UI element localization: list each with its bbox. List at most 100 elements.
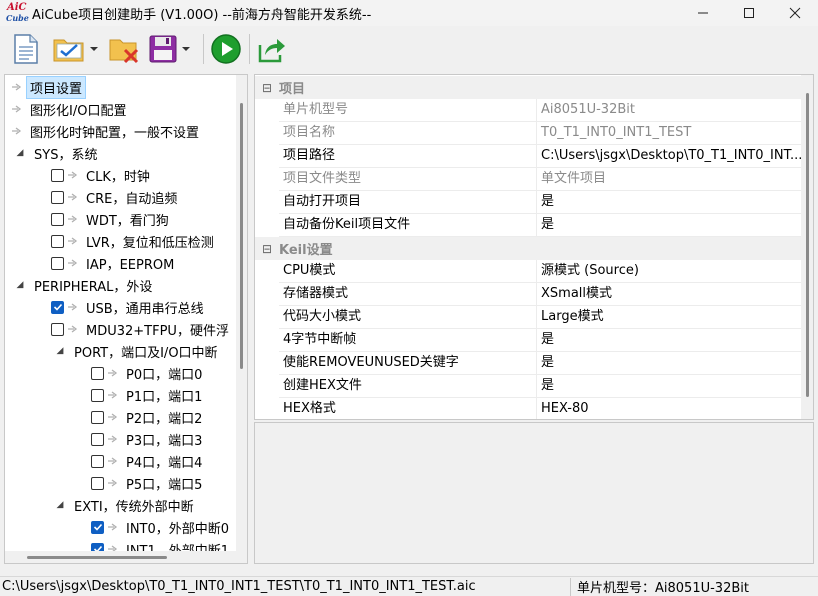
arrow-right-icon (107, 413, 119, 421)
checkbox[interactable] (51, 212, 64, 226)
export-icon (258, 39, 285, 63)
checkbox[interactable] (51, 322, 64, 336)
checkbox[interactable] (91, 410, 104, 424)
prop-row[interactable]: 4字节中断帧 是 (279, 329, 801, 352)
checkbox[interactable] (51, 234, 64, 248)
arrow-right-icon (67, 215, 79, 223)
chevron-down-icon[interactable] (90, 47, 98, 51)
arrow-right-icon (107, 369, 119, 377)
tree-item-usb[interactable]: USB，通用串行总线 (5, 296, 245, 318)
expand-toggle-icon[interactable]: ◢ (15, 274, 25, 296)
description-pane (254, 422, 814, 564)
tree-item-int0[interactable]: INT0，外部中断0 (5, 516, 245, 538)
toolbar (0, 26, 818, 72)
arrow-right-icon (67, 325, 79, 333)
prop-row[interactable]: 自动打开项目 是 (279, 191, 801, 214)
arrow-right-icon (67, 259, 79, 267)
prop-row[interactable]: CPU模式 源模式 (Source) (279, 260, 801, 283)
arrow-right-icon (107, 391, 119, 399)
prop-row[interactable]: 创建HEX文件 是 (279, 375, 801, 398)
prop-row[interactable]: 自动备份Keil项目文件 是 (279, 214, 801, 237)
checkbox[interactable] (91, 432, 104, 446)
arrow-right-icon (107, 435, 119, 443)
arrow-right-icon (11, 105, 23, 113)
tree-item-io-config[interactable]: 图形化I/O口配置 (5, 98, 245, 120)
category-project[interactable]: ⊟ 项目 (255, 76, 801, 99)
tree-item-p4[interactable]: P4口，端口4 (5, 450, 245, 472)
arrow-right-icon (107, 479, 119, 487)
arrow-right-icon (67, 237, 79, 245)
checkbox[interactable] (51, 168, 64, 182)
save-project-button[interactable] (148, 32, 190, 66)
scrollbar-thumb[interactable] (27, 556, 167, 559)
run-icon (211, 34, 241, 64)
tree-item-port[interactable]: ◢ PORT，端口及I/O口中断 (5, 340, 245, 362)
tree-item-wdt[interactable]: WDT，看门狗 (5, 208, 245, 230)
tree-item-cre[interactable]: CRE，自动追频 (5, 186, 245, 208)
chevron-down-icon[interactable] (182, 47, 190, 51)
arrow-right-icon (11, 83, 23, 91)
scrollbar-thumb[interactable] (806, 93, 809, 397)
arrow-right-icon (107, 457, 119, 465)
tree-item-p5[interactable]: P5口，端口5 (5, 472, 245, 494)
tree-item-p1[interactable]: P1口，端口1 (5, 384, 245, 406)
new-document-icon (14, 34, 38, 64)
prop-row[interactable]: HEX格式 HEX-80 (279, 398, 801, 419)
tree-item-lvr[interactable]: LVR，复位和低压检测 (5, 230, 245, 252)
scrollbar-thumb[interactable] (240, 103, 243, 369)
expand-toggle-icon[interactable]: ◢ (15, 142, 25, 164)
close-button[interactable] (772, 0, 818, 26)
checkbox[interactable] (51, 190, 64, 204)
tree-item-mdu32[interactable]: MDU32+TFPU，硬件浮 (5, 318, 245, 340)
tree-item-exti[interactable]: ◢ EXTI，传统外部中断 (5, 494, 245, 516)
tree-item-clock-config[interactable]: 图形化时钟配置，一般不设置 (5, 120, 245, 142)
window-title: AiCube项目创建助手 (V1.00O) --前海方舟智能开发系统-- (32, 7, 372, 23)
tree-item-clk[interactable]: CLK，时钟 (5, 164, 245, 186)
checkbox[interactable] (91, 476, 104, 490)
expand-toggle-icon[interactable]: ◢ (55, 494, 65, 516)
property-grid[interactable]: ⊟ 项目 单片机型号 Ai8051U-32Bit 项目名称 T0_T1_INT0… (254, 74, 814, 420)
maximize-icon (744, 8, 754, 18)
checkbox[interactable] (91, 366, 104, 380)
prop-row[interactable]: 单片机型号 Ai8051U-32Bit (279, 99, 801, 122)
minimize-button[interactable] (680, 0, 726, 26)
project-tree[interactable]: 项目设置 图形化I/O口配置 图形化时钟配置，一般不设置 ◢ SYS，系统 CL… (4, 74, 248, 564)
tree-item-p0[interactable]: P0口，端口0 (5, 362, 245, 384)
checkbox[interactable] (51, 256, 64, 270)
checkbox[interactable] (91, 454, 104, 468)
tree-item-sys[interactable]: ◢ SYS，系统 (5, 142, 245, 164)
status-path: C:\Users\jsgx\Desktop\T0_T1_INT0_INT1_TE… (2, 579, 476, 594)
open-check-icon (53, 39, 84, 62)
tree-item-project-settings[interactable]: 项目设置 (5, 75, 245, 99)
maximize-button[interactable] (726, 0, 772, 26)
prop-row[interactable]: 项目文件类型 单文件项目 (279, 168, 801, 191)
checkbox-checked[interactable] (51, 300, 64, 314)
prop-row[interactable]: 项目路径 C:\Users\jsgx\Desktop\T0_T1_INT0_IN… (279, 145, 801, 168)
tree-item-peripheral[interactable]: ◢ PERIPHERAL，外设 (5, 274, 245, 296)
tree-vertical-scrollbar[interactable] (236, 75, 247, 553)
run-button[interactable] (210, 32, 242, 66)
property-vertical-scrollbar[interactable] (801, 75, 813, 419)
new-project-button[interactable] (10, 32, 40, 66)
prop-row[interactable]: 使能REMOVEUNUSED关键字 是 (279, 352, 801, 375)
open-project-button[interactable] (52, 32, 98, 66)
checkbox[interactable] (91, 388, 104, 402)
status-mcu: 单片机型号：Ai8051U-32Bit (577, 581, 749, 596)
prop-row[interactable]: 项目名称 T0_T1_INT0_INT1_TEST (279, 122, 801, 145)
tree-item-p2[interactable]: P2口，端口2 (5, 406, 245, 428)
export-button[interactable] (256, 32, 288, 66)
close-folder-icon (109, 39, 139, 64)
tree-item-p3[interactable]: P3口，端口3 (5, 428, 245, 450)
close-project-button[interactable] (108, 32, 140, 66)
expand-toggle-icon[interactable]: ◢ (55, 340, 65, 362)
tree-item-iap[interactable]: IAP，EEPROM (5, 252, 245, 274)
tree-horizontal-scrollbar[interactable] (5, 551, 247, 563)
collapse-icon[interactable]: ⊟ (255, 242, 279, 256)
category-keil[interactable]: ⊟ Keil设置 (255, 237, 801, 260)
collapse-icon[interactable]: ⊟ (255, 81, 279, 95)
checkbox-checked[interactable] (91, 520, 104, 534)
check-icon (93, 523, 102, 531)
arrow-right-icon (67, 193, 79, 201)
prop-row[interactable]: 代码大小模式 Large模式 (279, 306, 801, 329)
prop-row[interactable]: 存储器模式 XSmall模式 (279, 283, 801, 306)
